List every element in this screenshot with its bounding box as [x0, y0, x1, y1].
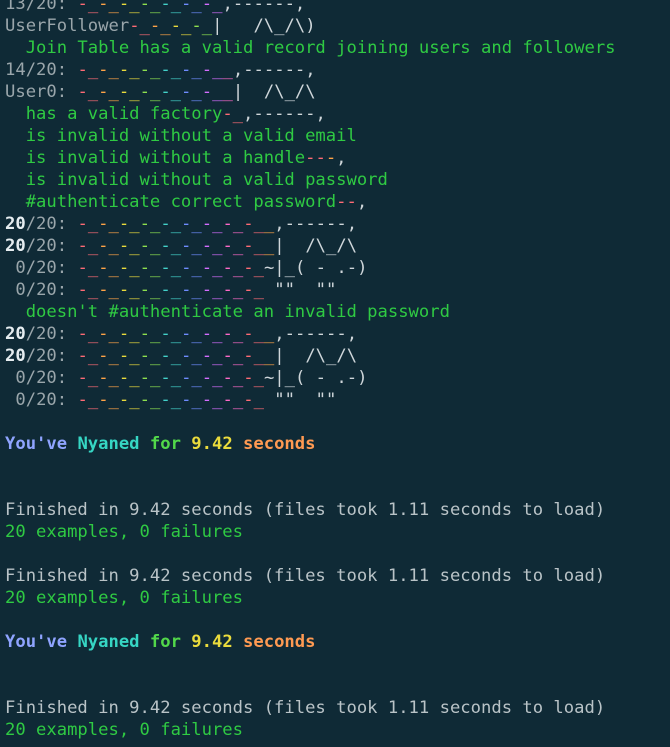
example-description: is invalid without a valid password: [5, 170, 388, 190]
progress-line: 20/20: -_-_-_-_-_-_-_-_-__,------,: [5, 214, 358, 234]
progress-line: 14/20: -_-_-_-_-_-_-__,------,: [5, 60, 316, 80]
progress-line: 0/20: -_-_-_-_-_-_-_-_-_~|_( - .-): [15, 368, 368, 388]
finished-line: Finished in 9.42 seconds (files took 1.1…: [5, 698, 606, 718]
progress-line: 20/20: -_-_-_-_-_-_-_-_-__,------,: [5, 324, 358, 344]
nyan-trail: -_-_-_-_-_-_-_-_-_: [77, 390, 264, 410]
nyan-trail: -_-_-_-_-_-_-_-_-__: [77, 236, 275, 256]
example-description: has a valid factory-_,------,: [5, 104, 326, 124]
progress-line: 20/20: -_-_-_-_-_-_-_-_-__| /\_/\: [5, 236, 358, 256]
finished-line: Finished in 9.42 seconds (files took 1.1…: [5, 566, 606, 586]
examples-summary: 20 examples, 0 failures: [5, 588, 243, 608]
nyan-summary: You've Nyaned for 9.42 seconds: [5, 434, 316, 454]
progress-line: 0/20: -_-_-_-_-_-_-_-_-_ "" "": [15, 280, 337, 300]
nyan-trail: -_-_-_-_-_-_-_-_-_: [77, 280, 264, 300]
nyan-cat: ,------,: [232, 60, 316, 80]
nyan-trail: -_-_-_-_-_-_-_: [77, 0, 223, 14]
nyan-cat: "" "": [263, 390, 337, 410]
nyan-trail: -_-_-_-_: [129, 16, 213, 36]
nyan-trail: --: [336, 192, 357, 212]
progress-line: 20/20: -_-_-_-_-_-_-_-_-__| /\_/\: [5, 346, 358, 366]
nyan-trail: -_-_-_-_-_-_-__: [77, 60, 233, 80]
nyan-cat: ,------,: [274, 214, 358, 234]
finished-line: Finished in 9.42 seconds (files took 1.1…: [5, 500, 606, 520]
example-description: Join Table has a valid record joining us…: [5, 38, 616, 58]
example-description: doesn't #authenticate an invalid passwor…: [5, 302, 450, 322]
nyan-trail: -_-_-_-_-_-_-_-_-_: [77, 258, 264, 278]
nyan-cat: ,------,: [222, 0, 306, 14]
example-description: is invalid without a handle---,: [5, 148, 347, 168]
nyan-summary: You've Nyaned for 9.42 seconds: [5, 632, 316, 652]
nyan-trail: -_-_-_-_-_-_-__: [77, 82, 233, 102]
progress-line: User0: -_-_-_-_-_-_-__| /\_/\: [5, 82, 316, 102]
nyan-trail: -_-_-_-_-_-_-_-_-__: [77, 214, 275, 234]
nyan-trail: -_-_-_-_-_-_-_-_-__: [77, 324, 275, 344]
nyan-cat: ,------,: [274, 324, 358, 344]
nyan-trail: -_-_-_-_-_-_-_-_-_: [77, 368, 264, 388]
nyan-cat: ~|_( - .-): [263, 368, 368, 388]
terminal-output[interactable]: 13/20: -_-_-_-_-_-_-_,------, UserFollowe…: [0, 0, 670, 747]
nyan-cat: | /\_/\: [274, 346, 358, 366]
examples-summary: 20 examples, 0 failures: [5, 720, 243, 740]
nyan-cat: | /\_/\: [274, 236, 358, 256]
nyan-trail: ---: [305, 148, 337, 168]
example-description: #authenticate correct password--,: [5, 192, 368, 212]
progress-line: 13/20: -_-_-_-_-_-_-_,------,: [5, 0, 305, 15]
nyan-cat: ~|_( - .-): [263, 258, 368, 278]
progress-line: 0/20: -_-_-_-_-_-_-_-_-_~|_( - .-): [15, 258, 368, 278]
nyan-trail: -_: [222, 104, 244, 124]
nyan-cat: | /\_/\): [212, 16, 316, 36]
examples-summary: 20 examples, 0 failures: [5, 522, 243, 542]
nyan-cat: "" "": [263, 280, 337, 300]
nyan-cat: | /\_/\: [232, 82, 316, 102]
nyan-trail: -_-_-_-_-_-_-_-_-__: [77, 346, 275, 366]
progress-line: UserFollower-_-_-_-_| /\_/\): [5, 16, 316, 36]
progress-line: 0/20: -_-_-_-_-_-_-_-_-_ "" "": [15, 390, 337, 410]
example-description: is invalid without a valid email: [5, 126, 357, 146]
